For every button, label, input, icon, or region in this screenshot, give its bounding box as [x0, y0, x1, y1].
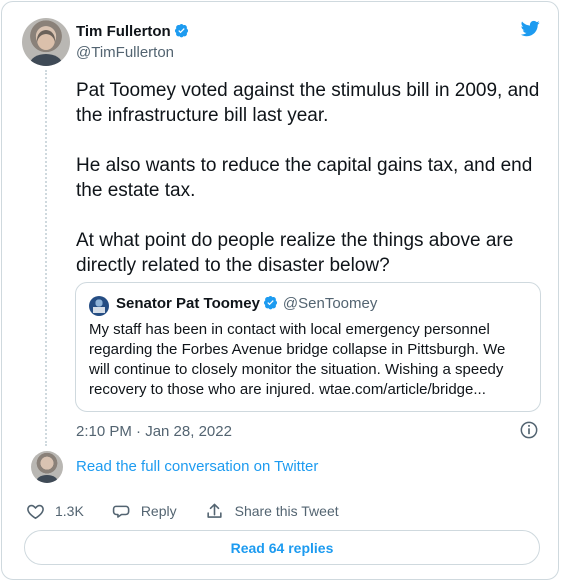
thread-line: [45, 70, 47, 446]
author-name[interactable]: Tim Fullerton: [76, 22, 189, 42]
avatar-shirt: [36, 475, 58, 483]
avatar-face: [37, 30, 55, 50]
like-count[interactable]: 1.3K: [55, 503, 84, 519]
tweet-text: Pat Toomey voted against the stimulus bi…: [76, 78, 550, 303]
tweet-timestamp[interactable]: 2:10 PM · Jan 28, 2022: [76, 422, 232, 442]
quoted-author-name[interactable]: Senator Pat Toomey @SenToomey: [116, 294, 377, 314]
quoted-tweet-text: My staff has been in contact with local …: [89, 321, 506, 398]
info-icon[interactable]: [519, 420, 539, 440]
share-label[interactable]: Share this Tweet: [235, 503, 339, 519]
quoted-tweet[interactable]: Senator Pat Toomey @SenToomey My staff h…: [75, 282, 541, 412]
avatar-flag: [93, 307, 105, 313]
thread-author-avatar[interactable]: [31, 451, 63, 483]
tweet-actions: 1.3K Reply Share this Tweet: [26, 499, 367, 523]
quoted-author-avatar[interactable]: [89, 296, 109, 316]
like-button[interactable]: 1.3K: [26, 502, 84, 521]
tweet-paragraph: He also wants to reduce the capital gain…: [76, 155, 533, 201]
author-name-text[interactable]: Tim Fullerton: [76, 23, 171, 40]
reply-button[interactable]: Reply: [112, 502, 177, 521]
author-handle[interactable]: @TimFullerton: [76, 43, 174, 63]
avatar-shirt: [30, 54, 62, 66]
reply-icon: [112, 505, 130, 518]
reply-label[interactable]: Reply: [141, 503, 177, 519]
read-replies-label[interactable]: Read 64 replies: [231, 540, 334, 556]
quoted-author-name-text[interactable]: Senator Pat Toomey: [116, 295, 260, 312]
quoted-author-handle[interactable]: @SenToomey: [283, 295, 377, 312]
heart-icon: [27, 504, 44, 519]
read-replies-button[interactable]: Read 64 replies: [24, 530, 540, 565]
tweet-paragraph: Pat Toomey voted against the stimulus bi…: [76, 80, 540, 126]
verified-badge-icon: [263, 295, 277, 310]
verified-badge-icon: [174, 23, 188, 38]
embedded-tweet-card: Tim Fullerton @TimFullerton Pat Toomey v…: [1, 1, 559, 580]
author-avatar[interactable]: [22, 18, 70, 66]
share-button[interactable]: Share this Tweet: [205, 502, 339, 521]
read-full-conversation-link[interactable]: Read the full conversation on Twitter: [76, 457, 318, 477]
tweet-paragraph: At what point do people realize the thin…: [76, 230, 514, 276]
twitter-bird-icon[interactable]: [519, 19, 542, 38]
share-icon: [206, 503, 222, 518]
